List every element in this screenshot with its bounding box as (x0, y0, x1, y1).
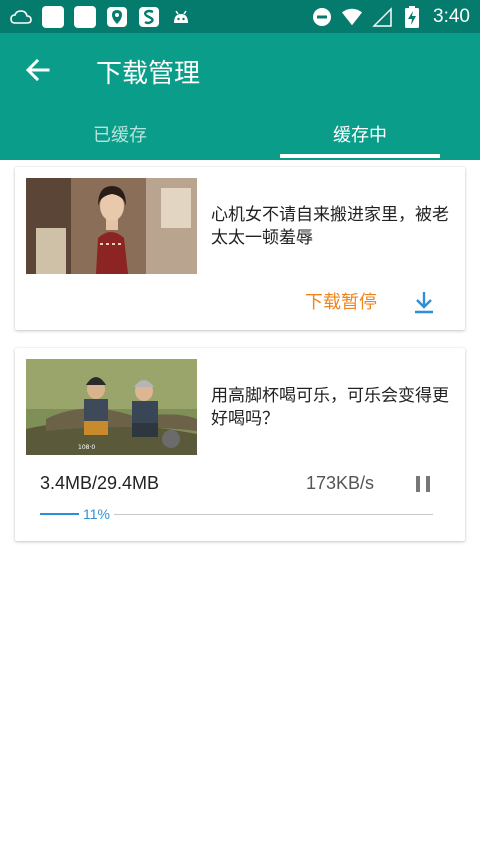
pause-icon[interactable] (416, 476, 430, 492)
status-bar: 3:40 (0, 0, 480, 33)
video-thumbnail[interactable] (26, 178, 197, 274)
download-item-card[interactable]: 108·0 用高脚杯喝可乐，可乐会变得更好喝吗？ 3.4MB/29.4MB 17… (15, 348, 465, 541)
cloud-icon (10, 6, 32, 28)
sogou-s-icon (138, 6, 160, 28)
progress-fill (40, 513, 81, 515)
download-icon[interactable] (413, 290, 435, 314)
video-title: 心机女不请自来搬进家里，被老太太一顿羞辱 (211, 205, 449, 248)
download-size: 3.4MB/29.4MB (40, 473, 160, 493)
do-not-disturb-icon (311, 6, 333, 28)
video-title: 用高脚杯喝可乐，可乐会变得更好喝吗？ (211, 386, 449, 429)
map-pin-icon (106, 6, 128, 28)
app-square-icon (42, 6, 64, 28)
status-bar-right-icons: 3:40 (311, 5, 470, 29)
signal-icon (371, 6, 393, 28)
android-icon (170, 6, 192, 28)
back-arrow-icon[interactable] (24, 56, 52, 84)
svg-text:108·0: 108·0 (78, 444, 95, 451)
app-bar: 下载管理 已缓存 缓存中 (0, 33, 480, 160)
download-status-label: 下载暂停 (305, 292, 377, 313)
download-item-card[interactable]: 心机女不请自来搬进家里，被老太太一顿羞辱 下载暂停 (15, 167, 465, 330)
clock: 3:40 (433, 6, 470, 27)
download-speed: 173KB/s (306, 473, 375, 493)
page-title: 下载管理 (96, 59, 201, 89)
tab-bar: 已缓存 缓存中 (0, 113, 480, 160)
app-square-icon (74, 6, 96, 28)
tab-cached[interactable]: 已缓存 (0, 113, 240, 160)
tab-indicator (280, 154, 440, 158)
status-bar-left-icons (10, 5, 192, 29)
battery-charging-icon (401, 6, 423, 28)
progress-label: 11% (79, 506, 114, 522)
tab-caching[interactable]: 缓存中 (240, 113, 480, 160)
wifi-icon (341, 6, 363, 28)
video-thumbnail[interactable]: 108·0 (26, 359, 197, 455)
